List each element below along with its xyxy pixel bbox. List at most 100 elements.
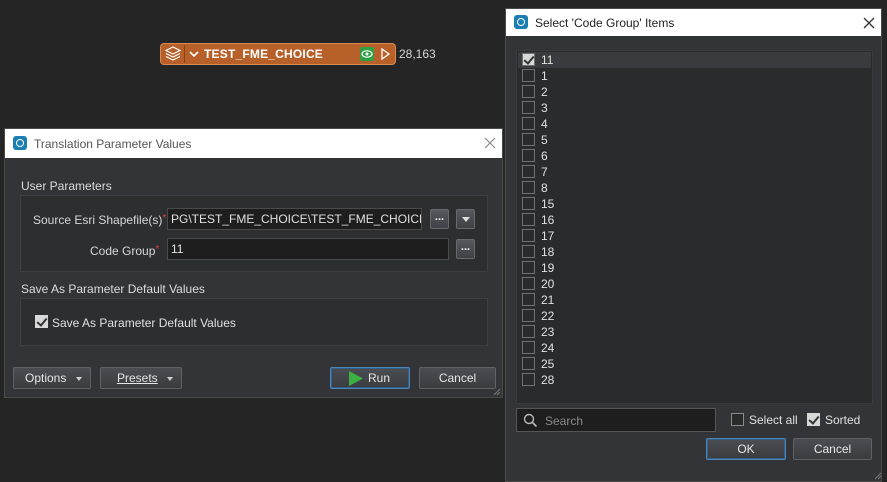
fme-logo-icon: [514, 15, 528, 29]
item-label: 7: [541, 165, 548, 179]
item-checkbox[interactable]: [522, 309, 535, 322]
item-checkbox[interactable]: [522, 117, 535, 130]
resize-grip-icon[interactable]: [492, 387, 501, 396]
item-checkbox[interactable]: [522, 245, 535, 258]
item-label: 3: [541, 101, 548, 115]
play-icon[interactable]: [379, 47, 391, 61]
list-item[interactable]: 18: [518, 244, 871, 260]
select-code-group-dialog: Select 'Code Group' Items 11 1 2 3 4 5 6 7 8 15 16…: [505, 8, 882, 482]
layers-icon: [162, 45, 185, 63]
source-dataset-field[interactable]: PG\TEST_FME_CHOICE\TEST_FME_CHOICE.shp: [167, 208, 422, 230]
item-label: 25: [541, 357, 555, 371]
sorted-label: Sorted: [825, 413, 861, 427]
item-label: 1: [541, 69, 548, 83]
list-item[interactable]: 11: [518, 52, 871, 68]
item-label: 21: [541, 293, 555, 307]
item-label: 28: [541, 373, 555, 387]
list-item[interactable]: 15: [518, 196, 871, 212]
feature-count: 28,163: [399, 47, 436, 61]
save-defaults-checkbox[interactable]: [35, 315, 48, 328]
dialog-title: Translation Parameter Values: [34, 137, 192, 151]
list-item[interactable]: 1: [518, 68, 871, 84]
list-item[interactable]: 16: [518, 212, 871, 228]
item-checkbox[interactable]: [522, 261, 535, 274]
item-label: 8: [541, 181, 548, 195]
browse-source-button[interactable]: ...: [430, 209, 449, 229]
list-item[interactable]: 6: [518, 148, 871, 164]
user-parameters-heading: User Parameters: [21, 179, 112, 193]
list-item[interactable]: 2: [518, 84, 871, 100]
list-item[interactable]: 23: [518, 324, 871, 340]
user-parameters-group: [20, 195, 488, 272]
item-checkbox[interactable]: [522, 325, 535, 338]
caret-down-icon: [167, 377, 173, 381]
caret-down-icon: [76, 377, 82, 381]
sorted-checkbox[interactable]: [807, 413, 820, 426]
eye-icon[interactable]: [360, 47, 374, 61]
item-label: 2: [541, 85, 548, 99]
node-title: TEST_FME_CHOICE: [204, 47, 324, 61]
list-item[interactable]: 3: [518, 100, 871, 116]
item-checkbox[interactable]: [522, 293, 535, 306]
feature-type-node[interactable]: TEST_FME_CHOICE: [160, 43, 396, 65]
item-label: 6: [541, 149, 548, 163]
run-button[interactable]: Run: [330, 367, 410, 389]
item-checkbox[interactable]: [522, 341, 535, 354]
item-checkbox[interactable]: [522, 373, 535, 386]
resize-grip-icon[interactable]: [873, 471, 882, 480]
item-checkbox[interactable]: [522, 149, 535, 162]
item-checkbox[interactable]: [522, 101, 535, 114]
ok-button[interactable]: OK: [706, 438, 786, 460]
list-item[interactable]: 7: [518, 164, 871, 180]
list-item[interactable]: 22: [518, 308, 871, 324]
code-group-item-list[interactable]: 11 1 2 3 4 5 6 7 8 15 16 17 18 19 20 21 22 23 24 25 28: [516, 50, 873, 404]
caret-down-icon: [462, 217, 470, 222]
list-item[interactable]: 8: [518, 180, 871, 196]
item-label: 16: [541, 213, 555, 227]
item-label: 22: [541, 309, 555, 323]
list-item[interactable]: 19: [518, 260, 871, 276]
chevron-down-icon[interactable]: [188, 47, 200, 61]
search-box[interactable]: [516, 408, 716, 432]
search-icon: [523, 413, 538, 428]
item-checkbox[interactable]: [522, 277, 535, 290]
list-item[interactable]: 4: [518, 116, 871, 132]
item-checkbox[interactable]: [522, 53, 535, 66]
close-icon[interactable]: [862, 16, 876, 30]
item-checkbox[interactable]: [522, 133, 535, 146]
item-label: 17: [541, 229, 555, 243]
source-dropdown-button[interactable]: [456, 209, 475, 229]
close-icon[interactable]: [483, 136, 497, 150]
fme-logo-icon: [13, 136, 27, 150]
list-item[interactable]: 21: [518, 292, 871, 308]
list-item[interactable]: 24: [518, 340, 871, 356]
list-item[interactable]: 25: [518, 356, 871, 372]
item-checkbox[interactable]: [522, 85, 535, 98]
list-item[interactable]: 28: [518, 372, 871, 388]
item-label: 24: [541, 341, 555, 355]
item-label: 18: [541, 245, 555, 259]
cancel-button[interactable]: Cancel: [793, 438, 872, 460]
item-label: 23: [541, 325, 555, 339]
dialog-titlebar[interactable]: Select 'Code Group' Items: [506, 9, 881, 36]
item-checkbox[interactable]: [522, 181, 535, 194]
item-checkbox[interactable]: [522, 357, 535, 370]
dialog-titlebar[interactable]: Translation Parameter Values: [5, 129, 502, 158]
list-item[interactable]: 5: [518, 132, 871, 148]
code-group-field[interactable]: 11: [167, 238, 449, 260]
presets-button[interactable]: Presets: [100, 367, 182, 389]
select-all-checkbox[interactable]: [731, 413, 744, 426]
browse-code-group-button[interactable]: ...: [456, 239, 475, 259]
item-checkbox[interactable]: [522, 213, 535, 226]
item-checkbox[interactable]: [522, 197, 535, 210]
item-label: 5: [541, 133, 548, 147]
item-checkbox[interactable]: [522, 69, 535, 82]
item-checkbox[interactable]: [522, 165, 535, 178]
item-label: 15: [541, 197, 555, 211]
list-item[interactable]: 20: [518, 276, 871, 292]
list-item[interactable]: 17: [518, 228, 871, 244]
options-button[interactable]: Options: [13, 367, 91, 389]
cancel-button[interactable]: Cancel: [419, 367, 496, 389]
item-checkbox[interactable]: [522, 229, 535, 242]
search-input[interactable]: [543, 412, 712, 430]
